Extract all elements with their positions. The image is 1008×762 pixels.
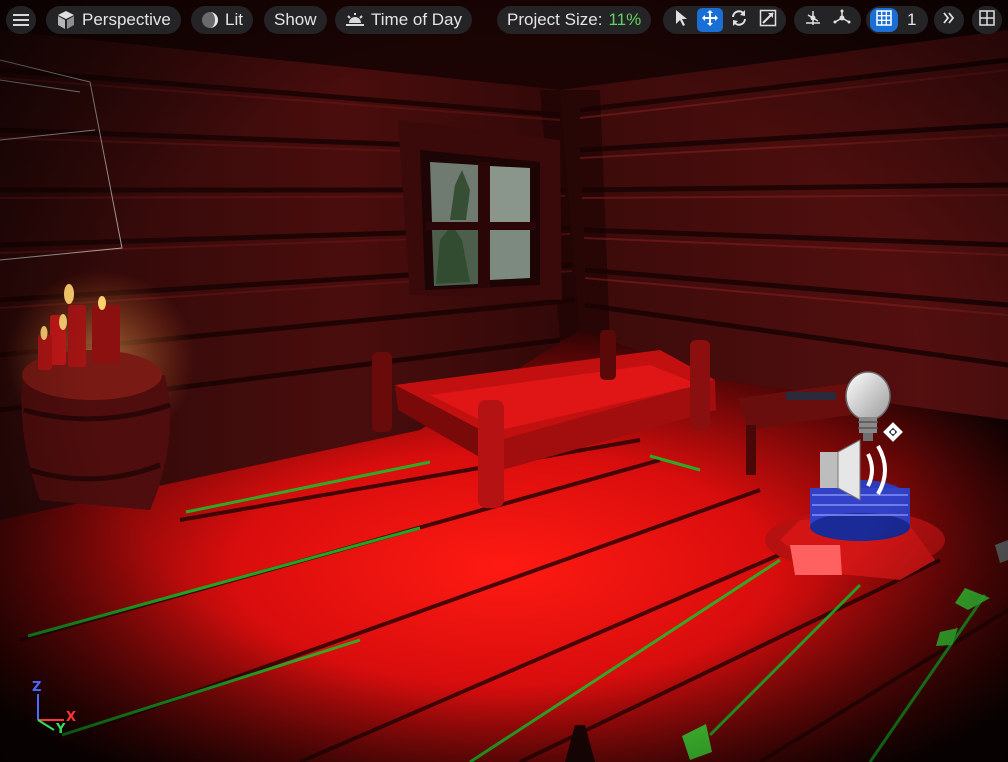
grid-icon — [876, 9, 892, 31]
grid-snap-value[interactable]: 1 — [907, 10, 916, 30]
rotate-tool-button[interactable] — [726, 8, 752, 32]
world-local-button[interactable] — [829, 8, 855, 32]
axis-y-label: Y — [56, 722, 66, 737]
transform-tools-group — [663, 6, 786, 34]
scale-tool-button[interactable] — [755, 8, 781, 32]
lit-sphere-icon — [201, 11, 219, 29]
axis-z-label: Z — [32, 680, 42, 695]
chevron-double-right-icon — [942, 11, 956, 29]
project-size-value: 11% — [608, 10, 642, 29]
translate-icon — [701, 9, 719, 32]
select-arrow-icon — [674, 9, 688, 32]
show-button[interactable]: Show — [264, 6, 327, 34]
show-label: Show — [274, 10, 317, 29]
translate-tool-button[interactable] — [697, 8, 724, 32]
view-mode-label: Perspective — [82, 10, 171, 29]
project-size-indicator[interactable]: Project Size: 11% — [497, 6, 652, 34]
surface-snapping-button[interactable] — [800, 8, 826, 32]
time-of-day-button[interactable]: Time of Day — [335, 6, 473, 34]
lighting-mode-label: Lit — [225, 10, 243, 29]
lighting-mode-button[interactable]: Lit — [191, 6, 253, 34]
snap-tools-group — [794, 6, 861, 34]
select-tool-button[interactable] — [668, 8, 694, 32]
level-viewport[interactable]: Perspective Lit Show Time of Day Project… — [0, 0, 1008, 762]
viewport-menu-button[interactable] — [6, 6, 36, 34]
hamburger-menu-icon — [13, 13, 29, 27]
project-size-label: Project Size: — [507, 10, 603, 29]
sun-horizon-icon — [345, 12, 365, 28]
cube-icon — [56, 10, 76, 30]
time-of-day-label: Time of Day — [371, 10, 463, 29]
more-options-button[interactable] — [934, 6, 964, 34]
axis-x-label: X — [66, 710, 77, 725]
grid-snap-toggle[interactable] — [870, 8, 898, 32]
rotate-icon — [730, 9, 748, 32]
scale-icon — [759, 9, 777, 32]
world-local-icon — [833, 9, 851, 32]
axis-gizmo: Z X Y — [30, 680, 80, 738]
scene-render[interactable] — [0, 0, 1008, 762]
viewport-layout-button[interactable] — [972, 6, 1002, 34]
grid-snap-group: 1 — [866, 6, 928, 34]
surface-snapping-icon — [804, 9, 822, 32]
view-mode-button[interactable]: Perspective — [46, 6, 181, 34]
layout-grid-icon — [979, 9, 995, 31]
